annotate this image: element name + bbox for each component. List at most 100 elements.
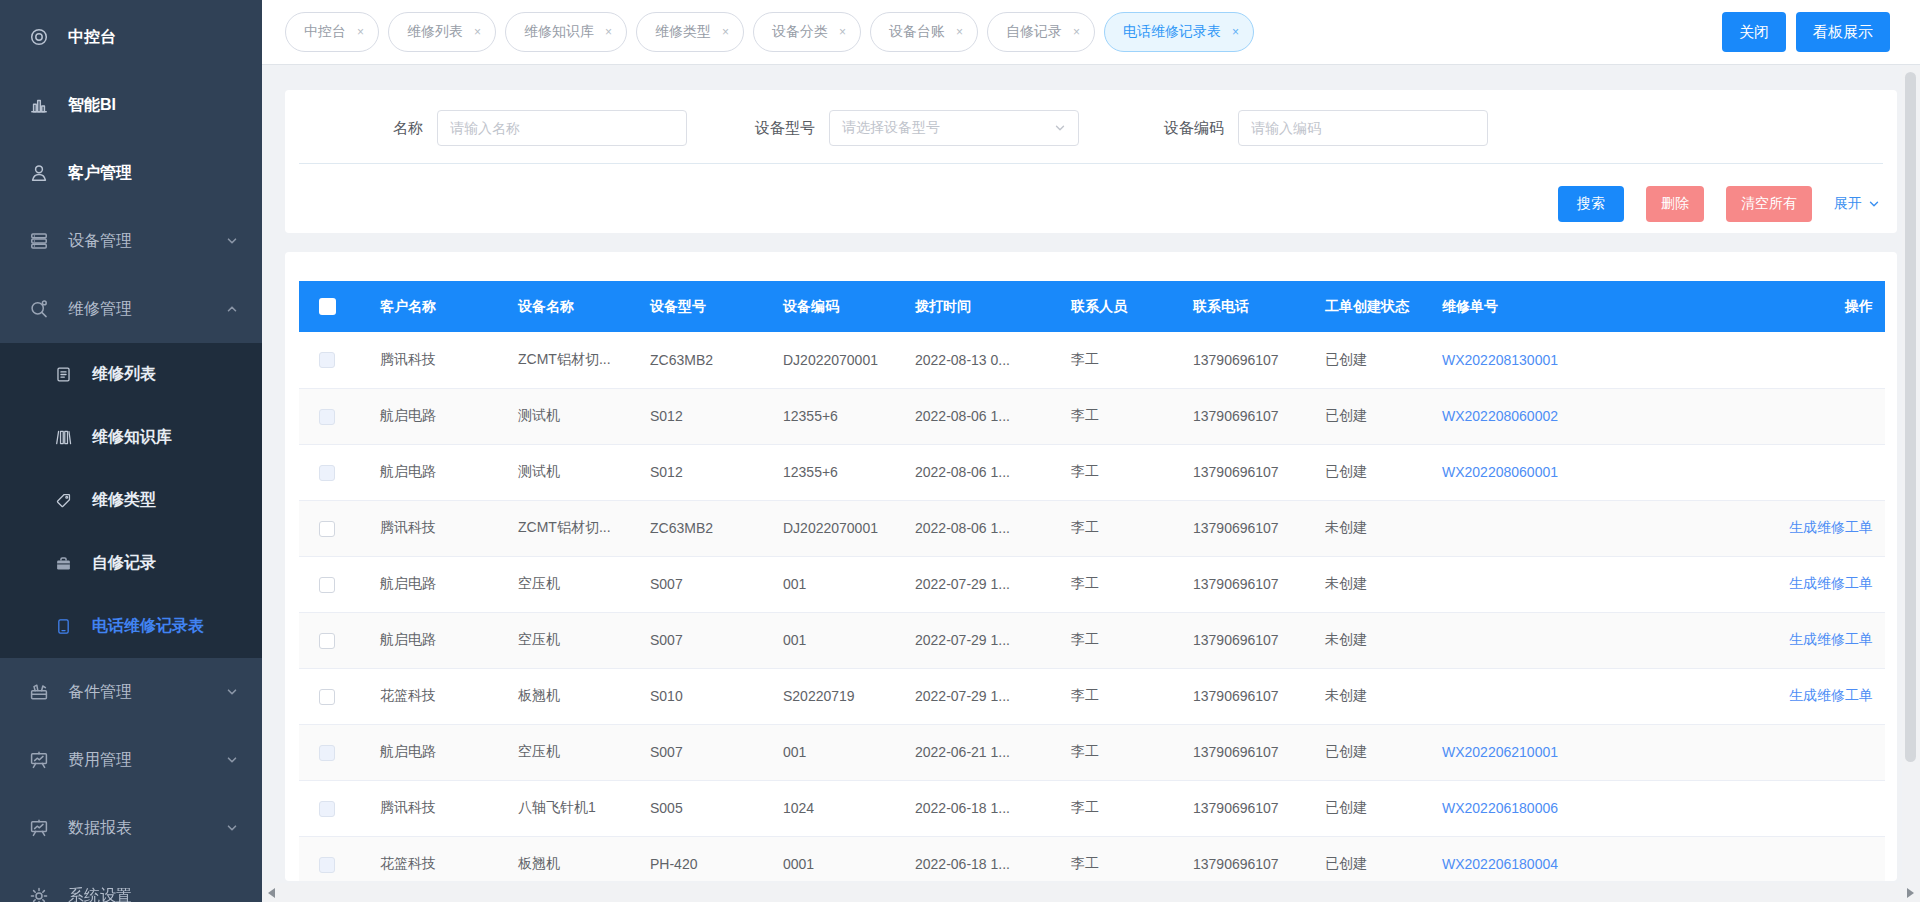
row-checkbox[interactable] <box>319 352 335 368</box>
cell-model: S007 <box>638 724 771 780</box>
horizontal-scrollbar[interactable] <box>262 883 1920 902</box>
cell-code: S20220719 <box>771 668 903 724</box>
delete-button[interactable]: 删除 <box>1646 186 1704 222</box>
cell-phone: 13790696107 <box>1181 612 1313 668</box>
row-checkbox[interactable] <box>319 577 335 593</box>
report-board-icon <box>29 818 49 838</box>
scroll-left-arrow-icon[interactable] <box>268 888 275 898</box>
tab[interactable]: 设备分类 × <box>753 12 861 52</box>
row-checkbox[interactable] <box>319 521 335 537</box>
cell-phone: 13790696107 <box>1181 500 1313 556</box>
cell-model: ZC63MB2 <box>638 500 771 556</box>
tab-close-icon[interactable]: × <box>357 25 364 39</box>
sidebar-item-fees[interactable]: 费用管理 <box>0 726 262 794</box>
devices-icon <box>29 231 49 251</box>
scroll-right-arrow-icon[interactable] <box>1907 888 1914 898</box>
table-row[interactable]: 腾讯科技 ZCMT铝材切... ZC63MB2 DJ2022070001 202… <box>299 500 1885 556</box>
generate-workorder-link[interactable]: 生成维修工单 <box>1789 687 1873 703</box>
col-status: 工单创建状态 <box>1313 281 1430 332</box>
tab[interactable]: 中控台 × <box>285 12 379 52</box>
table-row[interactable]: 腾讯科技 八轴飞针机1 S005 1024 2022-06-18 1... 李工… <box>299 780 1885 836</box>
sidebar-item-devices[interactable]: 设备管理 <box>0 207 262 275</box>
generate-workorder-link[interactable]: 生成维修工单 <box>1789 631 1873 647</box>
sidebar-item-self-repair[interactable]: 自修记录 <box>0 532 262 595</box>
cell-workorder: WX202208060002 <box>1430 388 1648 444</box>
tab[interactable]: 维修列表 × <box>388 12 496 52</box>
tab-close-icon[interactable]: × <box>1073 25 1080 39</box>
close-button[interactable]: 关闭 <box>1722 12 1786 52</box>
row-checkbox[interactable] <box>319 801 335 817</box>
sidebar-item-repair[interactable]: 维修管理 <box>0 275 262 343</box>
cell-code: 12355+6 <box>771 444 903 500</box>
workorder-link[interactable]: WX202208060002 <box>1442 408 1558 424</box>
workorder-link[interactable]: WX202206180006 <box>1442 800 1558 816</box>
tab[interactable]: 设备台账 × <box>870 12 978 52</box>
tab[interactable]: 自修记录 × <box>987 12 1095 52</box>
tab-close-icon[interactable]: × <box>474 25 481 39</box>
sidebar-item-repair-list[interactable]: 维修列表 <box>0 343 262 406</box>
row-checkbox[interactable] <box>319 465 335 481</box>
code-input[interactable] <box>1238 110 1488 146</box>
tab-close-icon[interactable]: × <box>839 25 846 39</box>
briefcase-icon <box>55 555 72 572</box>
name-input[interactable] <box>437 110 687 146</box>
row-checkbox[interactable] <box>319 409 335 425</box>
toolbox-icon <box>29 682 49 702</box>
generate-workorder-link[interactable]: 生成维修工单 <box>1789 519 1873 535</box>
tab-close-icon[interactable]: × <box>605 25 612 39</box>
cell-status: 未创建 <box>1313 556 1430 612</box>
vertical-scrollbar[interactable] <box>1902 66 1920 883</box>
tab[interactable]: 维修类型 × <box>636 12 744 52</box>
cell-workorder: WX202208130001 <box>1430 332 1648 388</box>
sidebar-item-repair-type[interactable]: 维修类型 <box>0 469 262 532</box>
tab[interactable]: 电话维修记录表 × <box>1104 12 1254 52</box>
repair-list-icon <box>55 366 72 383</box>
row-checkbox[interactable] <box>319 745 335 761</box>
sidebar-item-reports[interactable]: 数据报表 <box>0 794 262 862</box>
tab-close-icon[interactable]: × <box>956 25 963 39</box>
row-checkbox[interactable] <box>319 689 335 705</box>
board-display-button[interactable]: 看板展示 <box>1796 12 1890 52</box>
sidebar-item-spare-parts[interactable]: 备件管理 <box>0 658 262 726</box>
vertical-scrollbar-thumb[interactable] <box>1905 72 1916 762</box>
cell-customer: 花篮科技 <box>368 668 506 724</box>
sidebar-item-console[interactable]: 中控台 <box>0 3 262 71</box>
workorder-link[interactable]: WX202208130001 <box>1442 352 1558 368</box>
cell-status: 已创建 <box>1313 724 1430 780</box>
sidebar-item-settings[interactable]: 系统设置 <box>0 862 262 902</box>
workorder-link[interactable]: WX202206180004 <box>1442 856 1558 872</box>
expand-link[interactable]: 展开 <box>1834 195 1880 213</box>
workorder-link[interactable]: WX202206210001 <box>1442 744 1558 760</box>
divider <box>299 163 1883 164</box>
tab[interactable]: 维修知识库 × <box>505 12 627 52</box>
table-row[interactable]: 航启电路 测试机 S012 12355+6 2022-08-06 1... 李工… <box>299 444 1885 500</box>
row-checkbox-cell <box>299 556 368 612</box>
cell-customer: 航启电路 <box>368 444 506 500</box>
row-checkbox[interactable] <box>319 857 335 873</box>
search-button[interactable]: 搜索 <box>1558 186 1624 222</box>
table-row[interactable]: 花篮科技 板翘机 S010 S20220719 2022-07-29 1... … <box>299 668 1885 724</box>
select-all-checkbox[interactable] <box>319 298 336 315</box>
cell-contact: 李工 <box>1059 836 1181 881</box>
clear-all-button[interactable]: 清空所有 <box>1726 186 1812 222</box>
row-checkbox[interactable] <box>319 633 335 649</box>
code-label: 设备编码 <box>1138 119 1238 138</box>
table-row[interactable]: 航启电路 空压机 S007 001 2022-06-21 1... 李工 137… <box>299 724 1885 780</box>
table-row[interactable]: 航启电路 测试机 S012 12355+6 2022-08-06 1... 李工… <box>299 388 1885 444</box>
table-row[interactable]: 航启电路 空压机 S007 001 2022-07-29 1... 李工 137… <box>299 612 1885 668</box>
sidebar-item-customers[interactable]: 客户管理 <box>0 139 262 207</box>
row-checkbox-cell <box>299 724 368 780</box>
table-row[interactable]: 腾讯科技 ZCMT铝材切... ZC63MB2 DJ2022070001 202… <box>299 332 1885 388</box>
workorder-link[interactable]: WX202208060001 <box>1442 464 1558 480</box>
table-row[interactable]: 花篮科技 板翘机 PH-420 0001 2022-06-18 1... 李工 … <box>299 836 1885 881</box>
tab-close-icon[interactable]: × <box>722 25 729 39</box>
sidebar-item-bi[interactable]: 智能BI <box>0 71 262 139</box>
cell-device: ZCMT铝材切... <box>506 500 638 556</box>
cell-time: 2022-08-06 1... <box>903 444 1059 500</box>
sidebar-item-knowledge[interactable]: 维修知识库 <box>0 406 262 469</box>
tab-close-icon[interactable]: × <box>1232 25 1239 39</box>
sidebar-item-phone-records[interactable]: 电话维修记录表 <box>0 595 262 658</box>
model-select[interactable]: 请选择设备型号 <box>829 110 1079 146</box>
table-row[interactable]: 航启电路 空压机 S007 001 2022-07-29 1... 李工 137… <box>299 556 1885 612</box>
generate-workorder-link[interactable]: 生成维修工单 <box>1789 575 1873 591</box>
